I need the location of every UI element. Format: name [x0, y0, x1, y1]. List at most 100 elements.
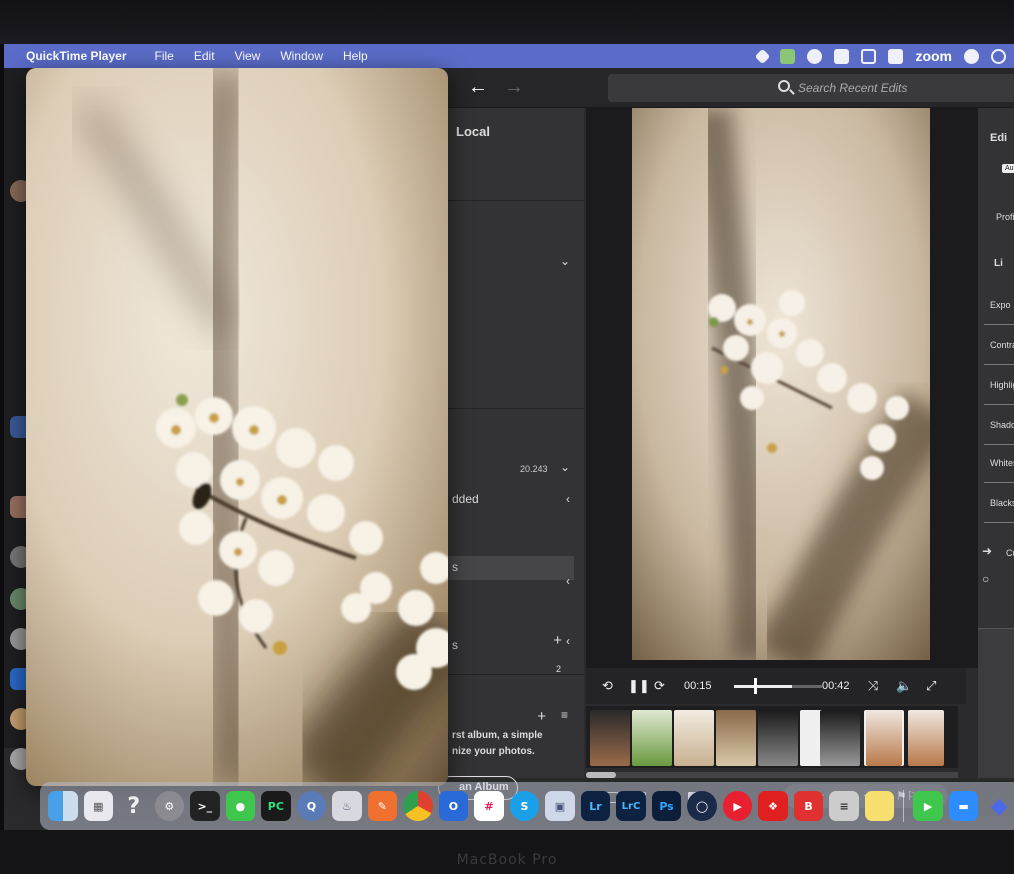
auto-button[interactable]: Au: [1002, 164, 1014, 173]
menu-window[interactable]: Window: [270, 49, 333, 63]
facetime-icon[interactable]: ▶: [913, 791, 943, 821]
quicktime-video-window[interactable]: [26, 68, 448, 786]
selected-library-row[interactable]: s: [452, 560, 458, 574]
local-section-label[interactable]: Local: [456, 124, 490, 139]
cloud-status-icon[interactable]: [807, 48, 823, 64]
chevron-left-icon[interactable]: ‹: [566, 492, 570, 506]
shuffle-icon[interactable]: ⤨: [868, 678, 878, 694]
scroll-thumb[interactable]: [586, 772, 616, 778]
acrobat-icon[interactable]: ❖: [758, 791, 788, 821]
point-icon[interactable]: ○: [982, 572, 989, 586]
check-status-icon[interactable]: [964, 48, 979, 64]
rewind-10-icon[interactable]: ⟲: [602, 678, 613, 694]
help-icon[interactable]: ?: [119, 791, 149, 821]
preview-image: [632, 108, 930, 660]
add-album-icon[interactable]: +: [553, 632, 562, 649]
skype-icon[interactable]: S: [509, 791, 540, 821]
recently-added-row[interactable]: dded: [452, 492, 479, 506]
messages-icon[interactable]: ●: [225, 791, 256, 821]
menu-view[interactable]: View: [225, 49, 271, 63]
scrubber-remaining[interactable]: [792, 685, 822, 688]
light-section-header[interactable]: Li: [994, 258, 1003, 269]
preview-icon[interactable]: ▣: [545, 791, 575, 821]
slack-icon[interactable]: #: [474, 791, 504, 821]
play-status-icon[interactable]: [991, 48, 1006, 64]
filmstrip-thumb[interactable]: [908, 710, 944, 766]
zoom-status-label[interactable]: zoom: [915, 48, 952, 64]
filmstrip-thumb[interactable]: [866, 710, 902, 766]
albums-row[interactable]: s: [452, 638, 458, 652]
diamond-status-icon[interactable]: [755, 48, 771, 64]
search-input[interactable]: Search Recent Edits: [608, 74, 1014, 102]
forward-10-icon[interactable]: ⟳: [654, 678, 665, 694]
app-menu[interactable]: QuickTime Player: [4, 49, 145, 63]
menu-bar: QuickTime Player File Edit View Window H…: [4, 44, 1014, 68]
menu-file[interactable]: File: [145, 49, 184, 63]
lightroom-icon[interactable]: Lr: [580, 791, 611, 821]
edit-panel: Edi Au Profi Li Expo Contra Highlig Shad…: [978, 108, 1014, 778]
quicktime-icon[interactable]: Q: [296, 791, 327, 821]
chevron-down-icon[interactable]: ⌄: [560, 254, 570, 268]
volume-icon[interactable]: 🔈: [896, 678, 912, 694]
launchpad-icon[interactable]: ▦: [83, 791, 114, 821]
whites-slider[interactable]: [984, 482, 1014, 483]
curve-tool-icon[interactable]: ➜: [982, 544, 992, 558]
shadows-slider[interactable]: [984, 444, 1014, 445]
arch-status-icon[interactable]: [861, 48, 877, 64]
grid-status-icon[interactable]: [888, 48, 904, 64]
chevron-left-icon[interactable]: ‹: [566, 634, 570, 648]
system-settings-icon[interactable]: ⚙: [154, 791, 185, 821]
status-menu-extras: zoom: [755, 48, 1014, 64]
zoom-icon[interactable]: ▬: [948, 791, 979, 821]
edit-panel-title: Edi: [990, 132, 1008, 144]
bear-icon[interactable]: B: [793, 791, 824, 821]
sequel-icon[interactable]: ♨: [332, 791, 362, 821]
profile-label: Profi: [996, 212, 1014, 222]
add-folder-icon[interactable]: +: [537, 708, 546, 725]
notes-icon[interactable]: [864, 791, 895, 821]
filmstrip-scrollbar[interactable]: [586, 772, 958, 778]
contrast-slider[interactable]: [984, 364, 1014, 365]
sort-icon[interactable]: ≡: [561, 708, 568, 722]
filmstrip-thumb[interactable]: [758, 710, 798, 766]
albums-count: 2: [556, 664, 562, 674]
tone-curve-graph[interactable]: [978, 628, 1014, 778]
steam-icon[interactable]: ◯: [687, 791, 717, 821]
filmstrip-thumb[interactable]: [674, 710, 714, 766]
lightroom-classic-icon[interactable]: LrC: [616, 791, 646, 821]
green-status-icon[interactable]: [780, 48, 796, 64]
device-label: MacBook Pro: [456, 852, 558, 868]
finder-icon[interactable]: [48, 791, 78, 821]
scrubber-played[interactable]: [734, 685, 792, 688]
highlights-slider[interactable]: [984, 404, 1014, 405]
filmstrip-thumb[interactable]: [590, 710, 630, 766]
chevron-left-icon[interactable]: ‹: [566, 574, 570, 588]
filmstrip-thumb[interactable]: [716, 710, 756, 766]
pause-icon[interactable]: ❚❚: [628, 678, 650, 694]
scrubber-handle[interactable]: [754, 678, 757, 694]
pycharm-icon[interactable]: PC: [261, 791, 291, 821]
youtube-music-icon[interactable]: ▶: [722, 791, 753, 821]
albums-promo-text: rst album, a simple nize your photos.: [452, 728, 543, 760]
blacks-slider[interactable]: [984, 522, 1014, 523]
chevron-down-icon[interactable]: ⌄: [560, 460, 570, 474]
filmstrip-thumb[interactable]: [632, 710, 672, 766]
chrome-icon[interactable]: [403, 791, 433, 821]
calculator-icon[interactable]: ≡: [829, 791, 859, 821]
video-controls: ⟲ ❚❚ ⟳ 00:15 00:42 ⤨ 🔈 ⤢: [586, 668, 966, 704]
fullscreen-icon[interactable]: ⤢: [926, 678, 936, 694]
menu-edit[interactable]: Edit: [184, 49, 225, 63]
outlook-icon[interactable]: O: [438, 791, 469, 821]
back-arrow-icon[interactable]: ←: [468, 76, 488, 99]
photoshop-icon[interactable]: Ps: [651, 791, 682, 821]
sketch-icon[interactable]: ✎: [367, 791, 398, 821]
terminal-icon[interactable]: >_: [190, 791, 220, 821]
lightroom-window: ← → Search Recent Edits Local ⌄ 20.243 ⌄…: [438, 68, 1014, 816]
exposure-slider[interactable]: [984, 324, 1014, 325]
lightroom-toolbar: ← → Search Recent Edits: [448, 68, 1014, 108]
document-status-icon[interactable]: [834, 48, 850, 64]
filmstrip-thumb[interactable]: [820, 710, 860, 766]
menu-help[interactable]: Help: [333, 49, 378, 63]
diamond-app-icon[interactable]: ◆: [984, 791, 1014, 821]
forward-arrow-icon[interactable]: →: [504, 76, 524, 99]
